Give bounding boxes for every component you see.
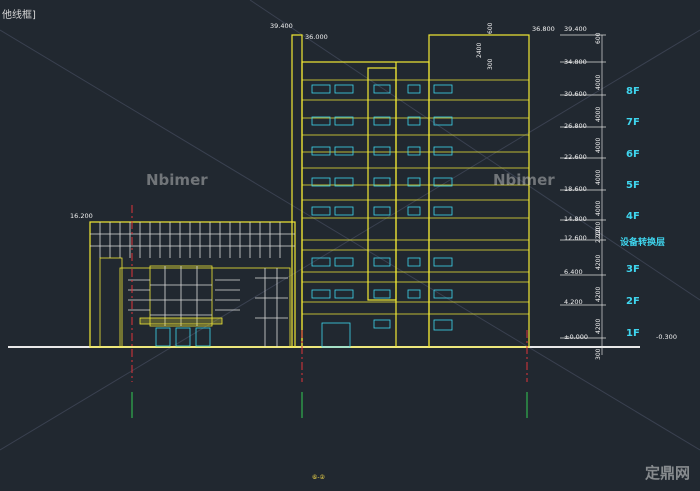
- entrance-doors: [155, 327, 211, 347]
- elevation-label: 12.600: [564, 234, 587, 242]
- floor-label: 4F: [626, 211, 640, 222]
- elevation-drawing: [0, 0, 700, 451]
- elevation-label: 39.400: [564, 25, 587, 33]
- tower-block: [291, 34, 530, 348]
- watermark-right: Nbimer: [493, 171, 555, 189]
- floor-label: 8F: [626, 86, 640, 97]
- elevation-label: 18.600: [564, 185, 587, 193]
- floor-label: 7F: [626, 117, 640, 128]
- floor-label: 2F: [626, 296, 640, 307]
- podium-grid: [99, 222, 281, 258]
- podium-block: [89, 221, 296, 348]
- elevation-label: 4.200: [564, 298, 583, 306]
- elevation-label: -0.300: [656, 333, 677, 341]
- elevation-label: 36.800: [532, 25, 555, 33]
- dimension-label: 4200: [595, 286, 602, 302]
- elevation-label: 26.800: [564, 122, 587, 130]
- elevation-label: 34.800: [564, 58, 587, 66]
- transfer-floor-label: 设备转换层: [620, 238, 666, 248]
- dimension-label: 4000: [595, 106, 602, 122]
- entrance-glass: [150, 266, 212, 326]
- axis-label: ⑥-②: [312, 474, 325, 481]
- elevation-label: 6.400: [564, 268, 583, 276]
- dimension-label: 600: [487, 22, 494, 34]
- dimension-label: 4000: [595, 74, 602, 90]
- dimension-label: 4200: [595, 254, 602, 270]
- floor-label: 1F: [626, 328, 640, 339]
- floor-label: 6F: [626, 149, 640, 160]
- floor-label: 5F: [626, 180, 640, 191]
- elevation-label: 16.200: [70, 212, 93, 220]
- grid-axes: [131, 205, 528, 418]
- elevation-label: 14.800: [564, 215, 587, 223]
- dimension-label: 4000: [595, 137, 602, 153]
- dimension-label: 4000: [595, 169, 602, 185]
- dimension-label: 2200: [595, 227, 602, 243]
- elevation-label: 22.600: [564, 153, 587, 161]
- window-title: 他线框]: [2, 10, 36, 21]
- dimension-label: 300: [595, 348, 602, 360]
- watermark-left: Nbimer: [146, 171, 208, 189]
- elevation-label: 36.000: [305, 33, 328, 41]
- tower-windows: [311, 84, 453, 348]
- side-louvers: [128, 268, 288, 347]
- elevation-label: 39.400: [270, 22, 293, 30]
- dimension-label: 4000: [595, 200, 602, 216]
- corner-logo: 定鼎网: [644, 464, 690, 482]
- elevation-label: 30.600: [564, 90, 587, 98]
- floor-label: 3F: [626, 264, 640, 275]
- dimension-label: 600: [595, 32, 602, 44]
- elevation-label: ±0.000: [564, 333, 589, 341]
- dimension-label: 2400: [476, 42, 483, 58]
- dimension-label: 300: [487, 58, 494, 70]
- dimension-label: 4200: [595, 318, 602, 334]
